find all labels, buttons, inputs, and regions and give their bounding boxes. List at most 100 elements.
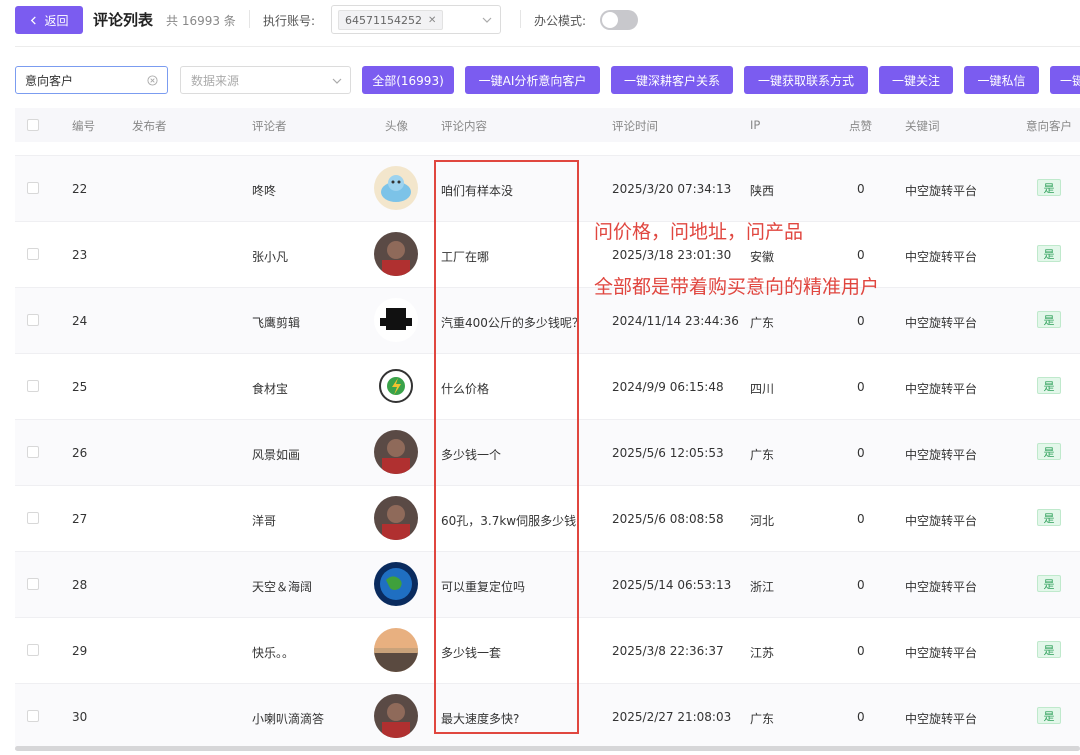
row-checkbox[interactable] [27, 644, 39, 656]
row-ip: 广东 [750, 448, 775, 462]
row-keyword: 中空旋转平台 [905, 646, 978, 660]
data-source-select[interactable]: 数据来源 [180, 66, 351, 94]
row-checkbox[interactable] [27, 314, 39, 326]
intent-badge: 是 [1037, 707, 1061, 724]
row-id: 27 [72, 512, 88, 526]
row-checkbox[interactable] [27, 512, 39, 524]
row-id: 30 [72, 710, 88, 724]
row-commenter[interactable]: 风景如画 [252, 446, 300, 463]
intent-badge: 是 [1037, 509, 1061, 526]
cartoon-avatar[interactable] [374, 166, 418, 210]
toggle-knob [602, 12, 618, 28]
row-commenter[interactable]: 食材宝 [252, 380, 288, 397]
row-checkbox[interactable] [27, 248, 39, 260]
row-time: 2025/3/8 22:36:37 [612, 644, 724, 658]
col-time: 评论时间 [612, 119, 658, 133]
intent-badge: 是 [1037, 641, 1061, 658]
row-keyword: 中空旋转平台 [905, 184, 978, 198]
follow-all-button[interactable]: 一键关注 [879, 66, 953, 94]
row-ip: 江苏 [750, 646, 775, 660]
select-all-checkbox[interactable] [27, 119, 39, 131]
table-header: 编号 发布者 评论者 头像 评论内容 评论时间 IP 点赞 关键词 意向客户 [15, 108, 1080, 142]
intent-badge: 是 [1037, 575, 1061, 592]
row-keyword: 中空旋转平台 [905, 580, 978, 594]
more-action-button[interactable]: 一键 [1050, 66, 1080, 94]
col-content: 评论内容 [441, 119, 487, 133]
close-icon[interactable]: ✕ [428, 15, 436, 26]
row-commenter[interactable]: 天空＆海阔 [252, 578, 312, 595]
row-likes: 0 [857, 248, 865, 262]
office-mode-label: 办公模式: [534, 14, 587, 28]
row-commenter[interactable]: 快乐。。 [252, 644, 294, 661]
row-checkbox[interactable] [27, 446, 39, 458]
ai-analyze-button[interactable]: 一键AI分析意向客户 [465, 66, 600, 94]
logo-avatar[interactable] [374, 298, 418, 342]
col-likes: 点赞 [849, 119, 872, 133]
page-title: 评论列表 [93, 11, 154, 29]
filter-value: 意向客户 [25, 73, 74, 88]
row-time: 2025/5/14 06:53:13 [612, 578, 732, 592]
row-likes: 0 [857, 578, 865, 592]
table-row-partial [15, 142, 1080, 156]
row-commenter[interactable]: 咚咚 [252, 182, 276, 199]
photo-avatar[interactable] [374, 430, 418, 474]
row-keyword: 中空旋转平台 [905, 712, 978, 726]
comment-list-page: 返回 评论列表 共 16993 条 执行账号: 64571154252 ✕ 办公… [0, 0, 1080, 755]
row-time: 2025/3/18 23:01:30 [612, 248, 732, 262]
photo-avatar[interactable] [374, 496, 418, 540]
col-intent: 意向客户 [1026, 119, 1072, 133]
all-filter-button[interactable]: 全部(16993) [362, 66, 454, 94]
intent-badge: 是 [1037, 311, 1061, 328]
row-commenter[interactable]: 张小凡 [252, 248, 288, 265]
row-likes: 0 [857, 446, 865, 460]
row-keyword: 中空旋转平台 [905, 250, 978, 264]
get-contact-button[interactable]: 一键获取联系方式 [744, 66, 868, 94]
row-ip: 浙江 [750, 580, 775, 594]
earth-avatar[interactable] [374, 562, 418, 606]
row-keyword: 中空旋转平台 [905, 382, 978, 396]
account-tag: 64571154252 ✕ [338, 10, 444, 30]
row-commenter[interactable]: 洋哥 [252, 512, 276, 529]
row-time: 2025/5/6 12:05:53 [612, 446, 724, 460]
row-likes: 0 [857, 314, 865, 328]
row-keyword: 中空旋转平台 [905, 448, 978, 462]
clear-icon[interactable] [147, 75, 158, 86]
row-ip: 安徽 [750, 250, 775, 264]
intent-badge: 是 [1037, 443, 1061, 460]
row-checkbox[interactable] [27, 578, 39, 590]
col-commenter: 评论者 [252, 119, 287, 133]
row-commenter[interactable]: 小喇叭滴滴答 [252, 710, 324, 727]
horizontal-scrollbar[interactable] [15, 746, 1080, 751]
row-id: 29 [72, 644, 88, 658]
row-commenter[interactable]: 飞鹰剪辑 [252, 314, 300, 331]
row-id: 25 [72, 380, 88, 394]
deepen-relation-button[interactable]: 一键深耕客户关系 [611, 66, 733, 94]
row-checkbox[interactable] [27, 710, 39, 722]
badge-avatar[interactable] [374, 364, 418, 408]
photo-avatar[interactable] [374, 232, 418, 276]
back-button[interactable]: 返回 [15, 6, 83, 34]
total-count: 共 16993 条 [166, 14, 236, 28]
sunset-avatar[interactable] [374, 628, 418, 672]
col-ip: IP [750, 118, 761, 132]
row-likes: 0 [857, 182, 865, 196]
message-all-button[interactable]: 一键私信 [964, 66, 1039, 94]
chevron-down-icon [482, 17, 492, 23]
row-likes: 0 [857, 380, 865, 394]
office-mode-toggle[interactable] [600, 10, 638, 30]
row-id: 26 [72, 446, 88, 460]
intent-filter-input[interactable]: 意向客户 [15, 66, 168, 94]
row-checkbox[interactable] [27, 380, 39, 392]
row-id: 28 [72, 578, 88, 592]
row-time: 2025/5/6 08:08:58 [612, 512, 724, 526]
chevron-down-icon [332, 78, 342, 84]
row-keyword: 中空旋转平台 [905, 316, 978, 330]
intent-badge: 是 [1037, 377, 1061, 394]
row-checkbox[interactable] [27, 182, 39, 194]
photo-avatar[interactable] [374, 694, 418, 738]
account-select[interactable]: 64571154252 ✕ [331, 5, 501, 34]
highlight-box [434, 160, 579, 734]
col-avatar: 头像 [385, 119, 408, 133]
row-likes: 0 [857, 512, 865, 526]
account-tag-value: 64571154252 [345, 13, 422, 27]
